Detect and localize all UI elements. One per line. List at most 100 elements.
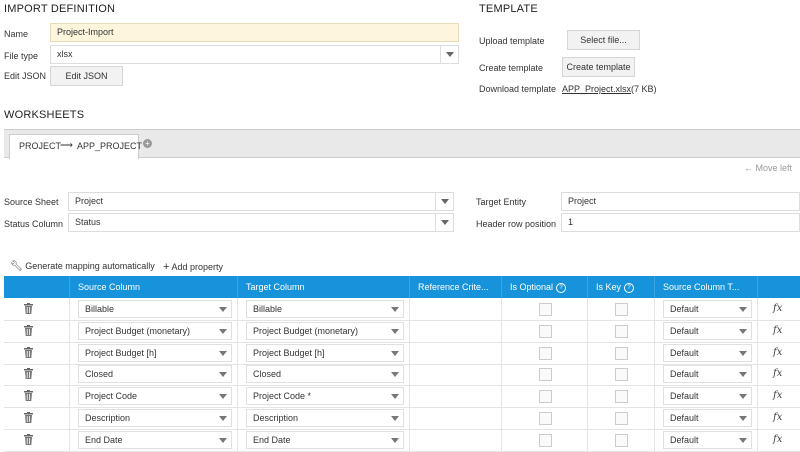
source-column-select[interactable]: Description [78, 409, 232, 427]
source-column-value: Closed [85, 369, 114, 379]
trash-icon[interactable] [24, 303, 33, 314]
reference-criteria-cell[interactable] [410, 385, 502, 407]
header-reference-criteria[interactable]: Reference Crite... [410, 276, 502, 298]
source-column-cell: End Date [70, 429, 238, 451]
name-label: Name [4, 29, 29, 39]
move-left-button[interactable]: ← Move left [744, 163, 792, 173]
header-source-column-type[interactable]: Source Column T... [655, 276, 758, 298]
formula-icon[interactable]: fx [773, 434, 782, 445]
plus-circle-icon[interactable]: + [143, 139, 152, 148]
formula-icon[interactable]: fx [773, 303, 782, 314]
source-type-select[interactable]: Default [663, 431, 752, 449]
source-type-value: Default [670, 391, 699, 401]
target-column-select[interactable]: Project Budget [h] [246, 344, 404, 362]
source-type-select[interactable]: Default [663, 300, 752, 318]
filetype-select[interactable]: xlsx [50, 45, 459, 64]
delete-cell [4, 320, 70, 342]
add-property-button[interactable]: + Add property [163, 261, 223, 273]
header-source-column[interactable]: Source Column [70, 276, 238, 298]
reference-criteria-cell[interactable] [410, 429, 502, 451]
select-file-button[interactable]: Select file... [567, 30, 640, 50]
source-column-select[interactable]: Project Code [78, 387, 232, 405]
reference-criteria-cell[interactable] [410, 407, 502, 429]
help-icon[interactable]: ? [624, 283, 635, 293]
is-optional-checkbox[interactable] [539, 303, 552, 316]
trash-icon[interactable] [24, 412, 33, 423]
target-column-cell: Project Budget [h] [238, 342, 410, 364]
source-type-select[interactable]: Default [663, 322, 752, 340]
source-type-select[interactable]: Default [663, 409, 752, 427]
target-column-value: Description [253, 413, 299, 423]
trash-icon[interactable] [24, 368, 33, 379]
is-key-cell [588, 407, 655, 429]
delete-cell [4, 407, 70, 429]
header-is-optional[interactable]: Is Optional? [502, 276, 588, 298]
is-optional-cell [502, 342, 588, 364]
formula-icon[interactable]: fx [773, 390, 782, 401]
chevron-down-icon [215, 432, 231, 448]
trash-icon[interactable] [24, 434, 33, 445]
download-template-link[interactable]: APP_Project.xlsx [562, 84, 631, 94]
trash-icon[interactable] [24, 347, 33, 358]
source-column-select[interactable]: Closed [78, 365, 232, 383]
filetype-value: xlsx [57, 49, 73, 59]
formula-icon[interactable]: fx [773, 347, 782, 358]
is-optional-checkbox[interactable] [539, 347, 552, 360]
reference-criteria-cell[interactable] [410, 298, 502, 320]
source-type-select[interactable]: Default [663, 387, 752, 405]
formula-cell: fx [758, 385, 800, 407]
is-optional-cell [502, 407, 588, 429]
is-optional-checkbox[interactable] [539, 390, 552, 403]
is-optional-checkbox[interactable] [539, 412, 552, 425]
is-key-checkbox[interactable] [615, 347, 628, 360]
is-key-checkbox[interactable] [615, 368, 628, 381]
source-sheet-select[interactable]: Project [68, 192, 454, 211]
target-column-select[interactable]: Closed [246, 365, 404, 383]
is-key-checkbox[interactable] [615, 434, 628, 447]
header-is-key[interactable]: Is Key? [588, 276, 655, 298]
formula-icon[interactable]: fx [773, 325, 782, 336]
header-is-optional-label: Is Optional [510, 282, 554, 292]
chevron-down-icon [735, 345, 751, 361]
source-column-select[interactable]: Billable [78, 300, 232, 318]
target-column-select[interactable]: Project Budget (monetary) [246, 322, 404, 340]
is-optional-checkbox[interactable] [539, 434, 552, 447]
formula-icon[interactable]: fx [773, 412, 782, 423]
help-icon[interactable]: ? [556, 283, 567, 293]
source-column-select[interactable]: Project Budget (monetary) [78, 322, 232, 340]
worksheet-tab-project[interactable]: PROJECT ⟶ APP_PROJECT [9, 134, 142, 159]
is-key-checkbox[interactable] [615, 390, 628, 403]
trash-icon[interactable] [24, 390, 33, 401]
name-input[interactable]: Project-Import [50, 23, 459, 42]
is-key-checkbox[interactable] [615, 412, 628, 425]
source-column-select[interactable]: Project Budget [h] [78, 344, 232, 362]
target-column-select[interactable]: End Date [246, 431, 404, 449]
reference-criteria-cell[interactable] [410, 342, 502, 364]
is-optional-checkbox[interactable] [539, 368, 552, 381]
target-column-select[interactable]: Billable [246, 300, 404, 318]
target-column-select[interactable]: Description [246, 409, 404, 427]
target-column-value: Billable [253, 304, 283, 314]
target-entity-field[interactable]: Project [561, 192, 800, 211]
header-target-column[interactable]: Target Column [238, 276, 410, 298]
is-key-checkbox[interactable] [615, 325, 628, 338]
target-column-select[interactable]: Project Code * [246, 387, 404, 405]
status-column-select[interactable]: Status [68, 213, 454, 232]
source-type-select[interactable]: Default [663, 365, 752, 383]
trash-icon[interactable] [24, 325, 33, 336]
reference-criteria-cell[interactable] [410, 320, 502, 342]
table-row: Project Budget [h] Project Budget [h] Defa… [4, 342, 800, 365]
reference-criteria-cell[interactable] [410, 363, 502, 385]
formula-icon[interactable]: fx [773, 368, 782, 379]
is-key-checkbox[interactable] [615, 303, 628, 316]
plus-icon: + [163, 261, 170, 273]
generate-mapping-button[interactable]: 🔧︎ Generate mapping automatically [10, 261, 155, 272]
header-row-field[interactable]: 1 [561, 213, 800, 232]
create-template-button[interactable]: Create template [562, 57, 635, 77]
source-column-cell: Billable [70, 298, 238, 320]
source-column-select[interactable]: End Date [78, 431, 232, 449]
edit-json-button[interactable]: Edit JSON [50, 66, 123, 86]
source-type-select[interactable]: Default [663, 344, 752, 362]
is-optional-checkbox[interactable] [539, 325, 552, 338]
download-size: (7 KB) [631, 84, 657, 94]
